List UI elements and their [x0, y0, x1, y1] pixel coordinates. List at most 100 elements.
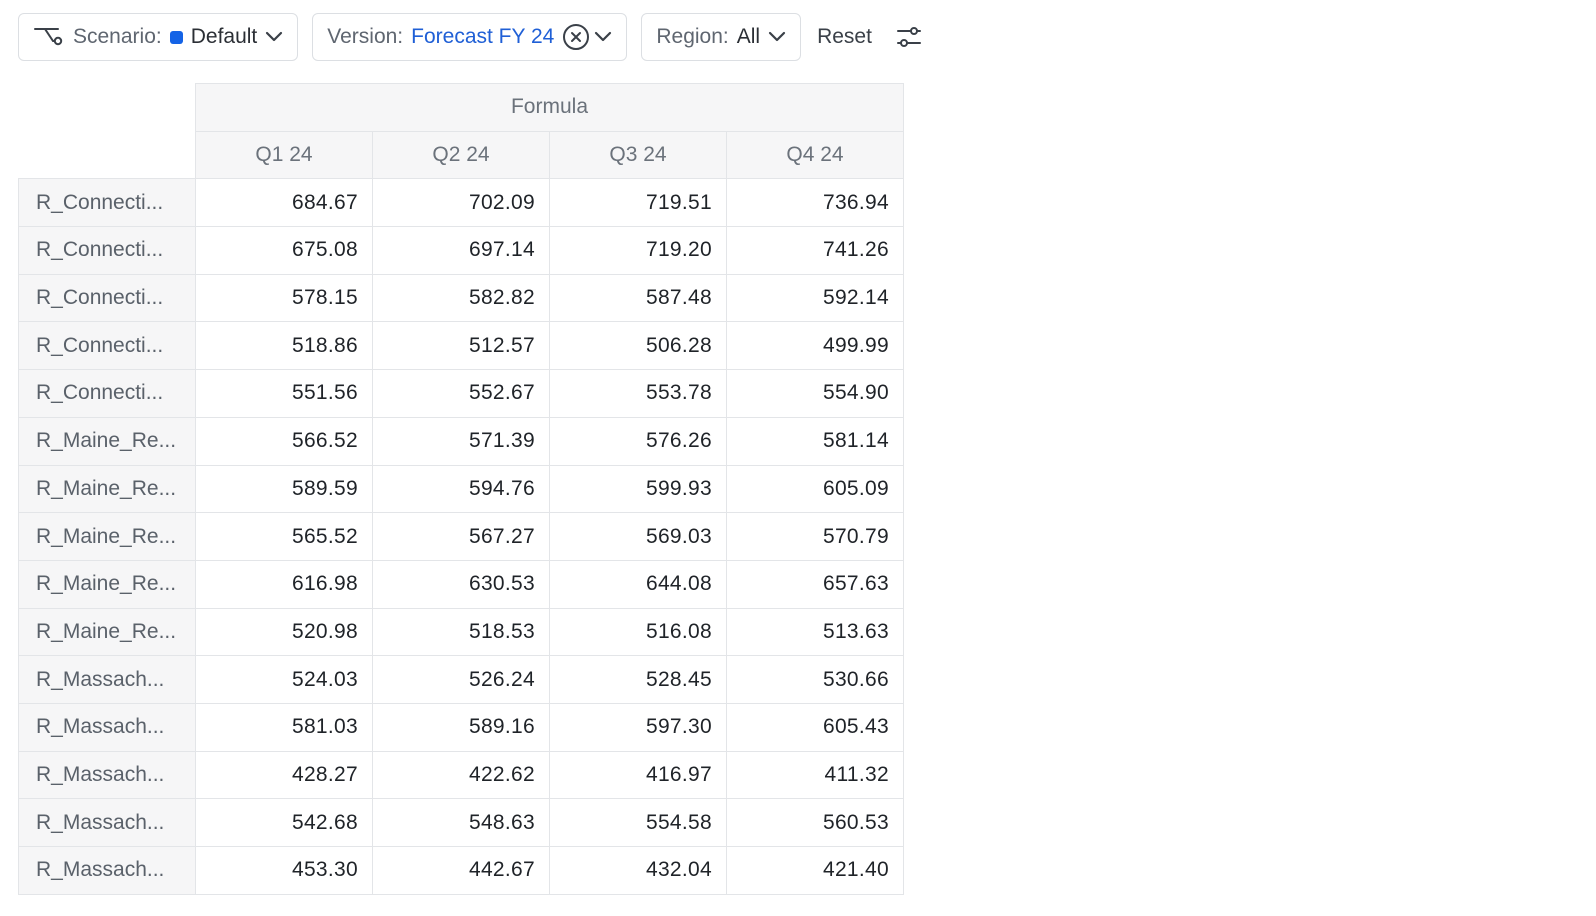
row-header[interactable]: R_Connecti...	[18, 178, 196, 228]
table-cell[interactable]: 421.40	[726, 846, 904, 895]
table-cell[interactable]: 644.08	[549, 559, 727, 609]
table-cell[interactable]: 589.59	[195, 464, 373, 514]
table-cell[interactable]: 516.08	[549, 607, 727, 657]
chevron-down-icon	[594, 31, 612, 43]
row-header[interactable]: R_Maine_Re...	[18, 464, 196, 514]
table-cell[interactable]: 411.32	[726, 750, 904, 800]
row-header[interactable]: R_Maine_Re...	[18, 416, 196, 466]
table-cell[interactable]: 518.86	[195, 321, 373, 371]
table-row: R_Maine_Re... 520.98 518.53 516.08 513.63	[18, 607, 904, 657]
table-row: R_Maine_Re... 616.98 630.53 644.08 657.63	[18, 559, 904, 609]
table-cell[interactable]: 576.26	[549, 416, 727, 466]
scenario-color-swatch	[169, 30, 183, 44]
row-header[interactable]: R_Maine_Re...	[18, 607, 196, 657]
table-cell[interactable]: 578.15	[195, 273, 373, 323]
corner-cell	[18, 83, 196, 132]
table-cell[interactable]: 554.90	[726, 369, 904, 418]
table-cell[interactable]: 416.97	[549, 750, 727, 800]
table-cell[interactable]: 581.14	[726, 416, 904, 466]
table-cell[interactable]: 592.14	[726, 273, 904, 323]
row-header[interactable]: R_Maine_Re...	[18, 559, 196, 609]
row-header[interactable]: R_Connecti...	[18, 226, 196, 275]
row-header[interactable]: R_Maine_Re...	[18, 512, 196, 561]
table-cell[interactable]: 570.79	[726, 512, 904, 561]
table-cell[interactable]: 542.68	[195, 798, 373, 847]
table-cell[interactable]: 571.39	[372, 416, 550, 466]
table-row: R_Massach... 524.03 526.24 528.45 530.66	[18, 655, 904, 704]
column-header-row: Q1 24 Q2 24 Q3 24 Q4 24	[18, 130, 904, 180]
table-cell[interactable]: 594.76	[372, 464, 550, 514]
column-header-q4[interactable]: Q4 24	[726, 130, 904, 180]
table-cell[interactable]: 741.26	[726, 226, 904, 275]
table-cell[interactable]: 530.66	[726, 655, 904, 704]
table-cell[interactable]: 422.62	[372, 750, 550, 800]
table-row: R_Connecti... 675.08 697.14 719.20 741.26	[18, 226, 904, 275]
row-header[interactable]: R_Massach...	[18, 798, 196, 847]
version-filter[interactable]: Version: Forecast FY 24	[312, 13, 628, 61]
column-header-q2[interactable]: Q2 24	[372, 130, 550, 180]
table-cell[interactable]: 548.63	[372, 798, 550, 847]
table-cell[interactable]: 597.30	[549, 702, 727, 752]
table-cell[interactable]: 581.03	[195, 702, 373, 752]
row-header[interactable]: R_Massach...	[18, 702, 196, 752]
table-cell[interactable]: 605.09	[726, 464, 904, 514]
filter-toolbar: Scenario: Default Version: Forecast FY 2…	[18, 12, 922, 62]
row-header[interactable]: R_Connecti...	[18, 273, 196, 323]
table-cell[interactable]: 567.27	[372, 512, 550, 561]
row-header[interactable]: R_Massach...	[18, 655, 196, 704]
table-cell[interactable]: 566.52	[195, 416, 373, 466]
table-cell[interactable]: 582.82	[372, 273, 550, 323]
table-cell[interactable]: 551.56	[195, 369, 373, 418]
row-header[interactable]: R_Massach...	[18, 750, 196, 800]
table-cell[interactable]: 552.67	[372, 369, 550, 418]
table-cell[interactable]: 565.52	[195, 512, 373, 561]
row-header[interactable]: R_Connecti...	[18, 369, 196, 418]
row-header[interactable]: R_Connecti...	[18, 321, 196, 371]
scenario-filter[interactable]: Scenario: Default	[18, 13, 299, 61]
table-cell[interactable]: 589.16	[372, 702, 550, 752]
region-filter[interactable]: Region: All	[641, 13, 802, 61]
table-cell[interactable]: 518.53	[372, 607, 550, 657]
table-cell[interactable]: 553.78	[549, 369, 727, 418]
chevron-down-icon	[768, 31, 786, 43]
region-label: Region:	[656, 25, 729, 48]
table-cell[interactable]: 605.43	[726, 702, 904, 752]
table-cell[interactable]: 453.30	[195, 846, 373, 895]
table-cell[interactable]: 702.09	[372, 178, 550, 228]
table-cell[interactable]: 520.98	[195, 607, 373, 657]
table-cell[interactable]: 499.99	[726, 321, 904, 371]
scenario-branch-icon	[33, 26, 63, 48]
table-cell[interactable]: 697.14	[372, 226, 550, 275]
table-cell[interactable]: 630.53	[372, 559, 550, 609]
table-cell[interactable]: 432.04	[549, 846, 727, 895]
row-header[interactable]: R_Massach...	[18, 846, 196, 895]
table-cell[interactable]: 442.67	[372, 846, 550, 895]
table-cell[interactable]: 526.24	[372, 655, 550, 704]
table-cell[interactable]: 569.03	[549, 512, 727, 561]
table-cell[interactable]: 657.63	[726, 559, 904, 609]
reset-button[interactable]: Reset	[817, 25, 872, 49]
filter-settings-icon[interactable]	[896, 24, 922, 50]
table-cell[interactable]: 512.57	[372, 321, 550, 371]
clear-icon[interactable]	[562, 23, 590, 51]
corner-cell	[18, 131, 196, 179]
table-row: R_Connecti... 518.86 512.57 506.28 499.99	[18, 321, 904, 371]
table-cell[interactable]: 675.08	[195, 226, 373, 275]
table-cell[interactable]: 524.03	[195, 655, 373, 704]
table-cell[interactable]: 587.48	[549, 273, 727, 323]
table-cell[interactable]: 528.45	[549, 655, 727, 704]
table-cell[interactable]: 684.67	[195, 178, 373, 228]
table-cell[interactable]: 506.28	[549, 321, 727, 371]
column-header-q3[interactable]: Q3 24	[549, 130, 727, 180]
table-cell[interactable]: 616.98	[195, 559, 373, 609]
table-cell[interactable]: 428.27	[195, 750, 373, 800]
table-cell[interactable]: 554.58	[549, 798, 727, 847]
table-row: R_Maine_Re... 566.52 571.39 576.26 581.14	[18, 416, 904, 466]
table-cell[interactable]: 736.94	[726, 178, 904, 228]
table-cell[interactable]: 513.63	[726, 607, 904, 657]
table-cell[interactable]: 719.20	[549, 226, 727, 275]
table-cell[interactable]: 560.53	[726, 798, 904, 847]
table-cell[interactable]: 599.93	[549, 464, 727, 514]
column-header-q1[interactable]: Q1 24	[195, 130, 373, 180]
table-cell[interactable]: 719.51	[549, 178, 727, 228]
